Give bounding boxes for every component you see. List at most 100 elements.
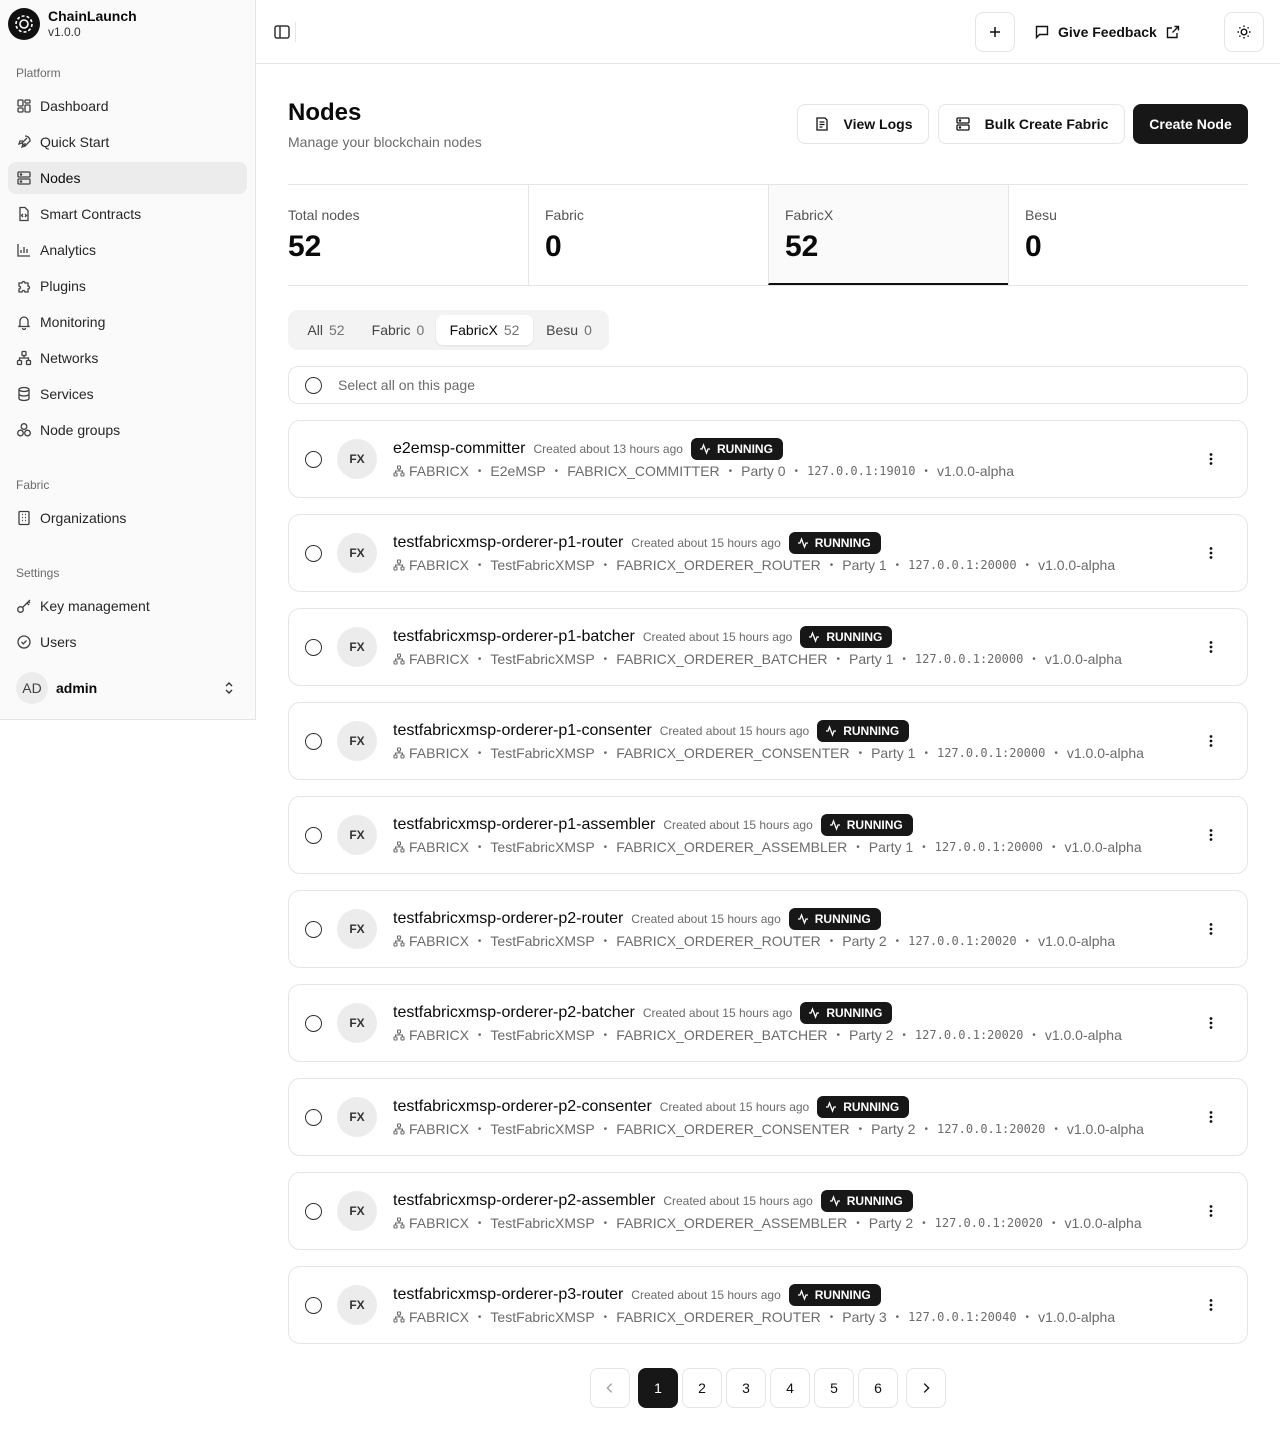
- node-select-checkbox[interactable]: [305, 639, 322, 656]
- node-select-checkbox[interactable]: [305, 827, 322, 844]
- node-name[interactable]: testfabricxmsp-orderer-p2-consenter: [393, 1098, 652, 1116]
- node-actions-button[interactable]: [1195, 443, 1227, 475]
- node-row[interactable]: FX testfabricxmsp-orderer-p1-assembler C…: [288, 796, 1248, 874]
- node-name[interactable]: testfabricxmsp-orderer-p1-consenter: [393, 722, 652, 740]
- node-address: 127.0.0.1:20020: [934, 1216, 1044, 1230]
- node-row[interactable]: FX testfabricxmsp-orderer-p3-router Crea…: [288, 1266, 1248, 1344]
- sidebar-item-users[interactable]: Users: [8, 626, 247, 658]
- node-row[interactable]: FX e2emsp-committer Created about 13 hou…: [288, 420, 1248, 498]
- node-row[interactable]: FX testfabricxmsp-orderer-p2-assembler C…: [288, 1172, 1248, 1250]
- node-msp: TestFabricXMSP: [490, 745, 595, 761]
- separator-dot: •: [477, 935, 482, 947]
- sidebar-item-quick-start[interactable]: Quick Start: [8, 126, 247, 158]
- stat-total-nodes[interactable]: Total nodes 52: [288, 185, 528, 285]
- node-select-checkbox[interactable]: [305, 545, 322, 562]
- view-logs-button[interactable]: View Logs: [797, 104, 929, 144]
- node-select-checkbox[interactable]: [305, 1109, 322, 1126]
- stat-fabricx[interactable]: FabricX 52: [768, 185, 1008, 285]
- tab-all[interactable]: All 52: [293, 315, 359, 345]
- tab-besu[interactable]: Besu 0: [535, 315, 603, 345]
- node-row[interactable]: FX testfabricxmsp-orderer-p2-consenter C…: [288, 1078, 1248, 1156]
- tab-fabricx[interactable]: FabricX 52: [436, 315, 533, 345]
- sidebar-item-services[interactable]: Services: [8, 378, 247, 410]
- theme-toggle-button[interactable]: [1224, 12, 1264, 52]
- node-actions-button[interactable]: [1195, 913, 1227, 945]
- node-row[interactable]: FX testfabricxmsp-orderer-p1-batcher Cre…: [288, 608, 1248, 686]
- node-actions-button[interactable]: [1195, 819, 1227, 851]
- node-actions-button[interactable]: [1195, 1289, 1227, 1321]
- node-name[interactable]: testfabricxmsp-orderer-p3-router: [393, 1286, 623, 1304]
- add-button[interactable]: [975, 12, 1015, 52]
- pagination-page-4[interactable]: 4: [770, 1368, 810, 1408]
- user-menu[interactable]: AD admin: [8, 670, 247, 706]
- sidebar-item-analytics[interactable]: Analytics: [8, 234, 247, 266]
- tab-count: 0: [584, 322, 592, 338]
- tab-fabric[interactable]: Fabric 0: [361, 315, 435, 345]
- pagination-page-6[interactable]: 6: [858, 1368, 898, 1408]
- pagination-page-2[interactable]: 2: [682, 1368, 722, 1408]
- pagination-page-1[interactable]: 1: [638, 1368, 678, 1408]
- brand[interactable]: ChainLaunch v1.0.0: [8, 8, 137, 40]
- select-all-checkbox[interactable]: [305, 376, 322, 394]
- sidebar-toggle-icon[interactable]: [272, 22, 292, 42]
- sidebar-item-smart-contracts[interactable]: Smart Contracts: [8, 198, 247, 230]
- stat-label: Fabric: [545, 207, 584, 223]
- create-node-button[interactable]: Create Node: [1133, 104, 1248, 144]
- sidebar-item-key-management[interactable]: Key management: [8, 590, 247, 622]
- sidebar-item-node-groups[interactable]: Node groups: [8, 414, 247, 446]
- bulk-create-fabric-button[interactable]: Bulk Create Fabric: [938, 104, 1125, 144]
- node-select-checkbox[interactable]: [305, 733, 322, 750]
- node-row[interactable]: FX testfabricxmsp-orderer-p1-router Crea…: [288, 514, 1248, 592]
- pagination-next-button[interactable]: [906, 1368, 946, 1408]
- status-badge: RUNNING: [800, 1002, 893, 1024]
- node-name[interactable]: testfabricxmsp-orderer-p2-assembler: [393, 1192, 655, 1210]
- activity-icon: [826, 725, 837, 737]
- node-select-checkbox[interactable]: [305, 1297, 322, 1314]
- node-name[interactable]: testfabricxmsp-orderer-p2-router: [393, 910, 623, 928]
- node-actions-button[interactable]: [1195, 1007, 1227, 1039]
- sidebar-item-networks[interactable]: Networks: [8, 342, 247, 374]
- node-name[interactable]: testfabricxmsp-orderer-p1-assembler: [393, 816, 655, 834]
- stat-fabric[interactable]: Fabric 0: [528, 185, 768, 285]
- node-address: 127.0.0.1:20000: [908, 558, 1017, 572]
- stat-value: 52: [785, 230, 819, 263]
- sidebar-item-plugins[interactable]: Plugins: [8, 270, 247, 302]
- node-select-checkbox[interactable]: [305, 1203, 322, 1220]
- sidebar-item-dashboard[interactable]: Dashboard: [8, 90, 247, 122]
- separator-dot: •: [1025, 935, 1030, 947]
- node-actions-button[interactable]: [1195, 1195, 1227, 1227]
- pagination-page-5[interactable]: 5: [814, 1368, 854, 1408]
- node-select-checkbox[interactable]: [305, 451, 322, 468]
- node-actions-button[interactable]: [1195, 725, 1227, 757]
- stat-besu[interactable]: Besu 0: [1008, 185, 1248, 285]
- sidebar-item-nodes[interactable]: Nodes: [8, 162, 247, 194]
- node-name[interactable]: testfabricxmsp-orderer-p1-batcher: [393, 628, 635, 646]
- separator-dot: •: [902, 653, 906, 665]
- node-actions-button[interactable]: [1195, 631, 1227, 663]
- sidebar-item-monitoring[interactable]: Monitoring: [8, 306, 247, 338]
- bar-chart-icon: [17, 244, 30, 257]
- separator-dot: •: [1052, 1217, 1056, 1229]
- pagination-page-3[interactable]: 3: [726, 1368, 766, 1408]
- node-actions-button[interactable]: [1195, 1101, 1227, 1133]
- key-icon: [17, 599, 31, 613]
- node-row[interactable]: FX testfabricxmsp-orderer-p2-batcher Cre…: [288, 984, 1248, 1062]
- node-row[interactable]: FX testfabricxmsp-orderer-p2-router Crea…: [288, 890, 1248, 968]
- node-platform: FABRICX: [409, 1121, 469, 1137]
- node-name[interactable]: e2emsp-committer: [393, 440, 525, 458]
- select-all-row[interactable]: Select all on this page: [288, 366, 1248, 404]
- node-actions-button[interactable]: [1195, 537, 1227, 569]
- node-row[interactable]: FX testfabricxmsp-orderer-p1-consenter C…: [288, 702, 1248, 780]
- sidebar-item-organizations[interactable]: Organizations: [8, 502, 247, 534]
- user-name: admin: [56, 680, 98, 696]
- node-name[interactable]: testfabricxmsp-orderer-p1-router: [393, 534, 623, 552]
- give-feedback-button[interactable]: Give Feedback: [1034, 12, 1181, 52]
- pagination-prev-button[interactable]: [590, 1368, 630, 1408]
- node-role: FABRICX_ORDERER_BATCHER: [616, 651, 828, 667]
- node-name[interactable]: testfabricxmsp-orderer-p2-batcher: [393, 1004, 635, 1022]
- node-party: Party 2: [868, 1215, 914, 1231]
- node-select-checkbox[interactable]: [305, 921, 322, 938]
- node-select-checkbox[interactable]: [305, 1015, 322, 1032]
- separator-dot: •: [477, 1311, 482, 1323]
- boxes-icon: [17, 423, 31, 437]
